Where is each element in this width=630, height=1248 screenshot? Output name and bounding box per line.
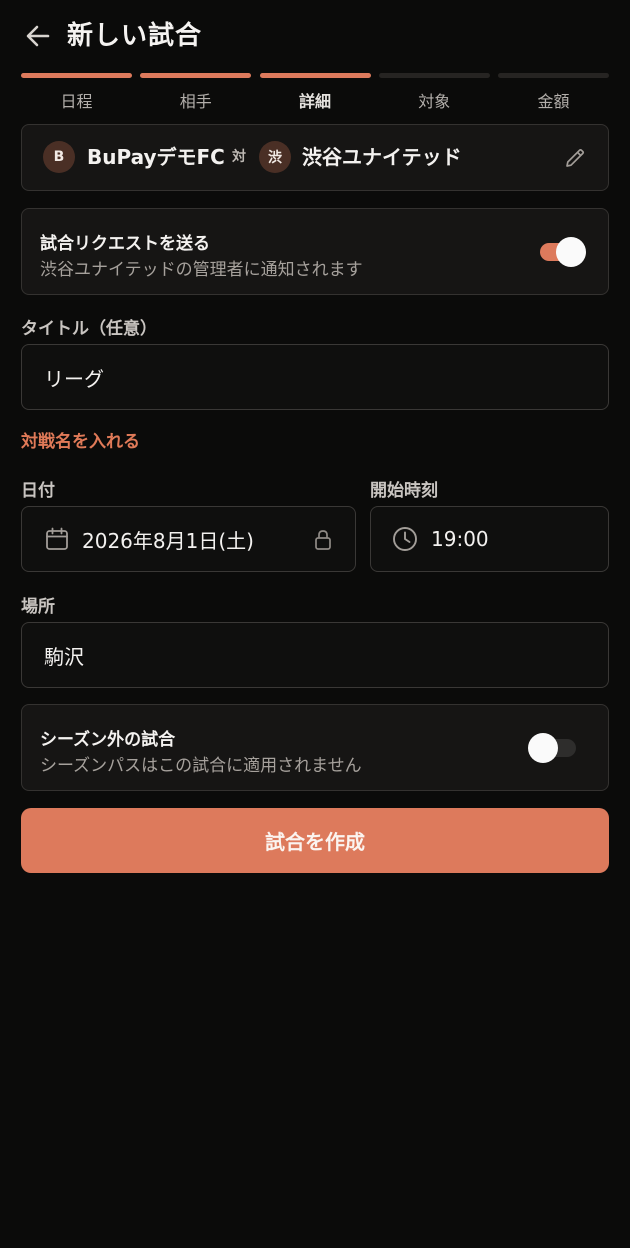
clock-icon <box>393 527 417 551</box>
step-details[interactable]: 詳細 <box>259 73 371 113</box>
create-match-button[interactable]: 試合を作成 <box>21 808 609 873</box>
step-bar <box>378 73 490 78</box>
match-request-subtitle: 渋谷ユナイテッドの管理者に通知されます <box>40 260 363 280</box>
toggle-thumb <box>528 733 558 763</box>
page-title: 新しい試合 <box>67 21 203 51</box>
step-bar <box>498 73 609 78</box>
match-request-card: 試合リクエストを送る 渋谷ユナイテッドの管理者に通知されます <box>21 208 609 295</box>
away-team-name: 渋谷ユナイテッド <box>302 145 462 169</box>
step-opponent[interactable]: 相手 <box>140 73 252 113</box>
step-label: 対象 <box>418 92 451 111</box>
time-input[interactable]: 19:00 <box>370 506 609 572</box>
offseason-title: シーズン外の試合 <box>40 730 176 750</box>
match-request-title: 試合リクエストを送る <box>40 234 210 254</box>
progress-stepper: 日程 相手 詳細 対象 金額 <box>21 73 609 113</box>
back-button[interactable] <box>18 18 58 54</box>
time-input-value: 19:00 <box>431 527 489 551</box>
toggle-thumb <box>556 237 586 267</box>
step-label: 金額 <box>537 92 570 111</box>
lock-icon <box>315 530 331 550</box>
time-field-label: 開始時刻 <box>370 481 438 501</box>
pencil-icon <box>566 148 585 167</box>
date-input-value: 2026年8月1日(土) <box>82 528 254 553</box>
offseason-card: シーズン外の試合 シーズンパスはこの試合に適用されません <box>21 704 609 791</box>
offseason-toggle[interactable] <box>528 731 578 763</box>
match-request-toggle[interactable] <box>538 235 588 267</box>
arrow-left-icon <box>26 25 50 47</box>
step-target[interactable]: 対象 <box>378 73 490 113</box>
step-bar <box>140 73 252 78</box>
step-label: 詳細 <box>298 92 331 111</box>
date-field-label: 日付 <box>21 481 55 501</box>
edit-match-button[interactable] <box>560 143 590 173</box>
away-team-avatar: 渋 <box>259 141 291 173</box>
location-field-label: 場所 <box>21 597 55 617</box>
step-bar <box>259 73 371 78</box>
location-input[interactable]: 駒沢 <box>21 622 609 688</box>
title-field-label: タイトル（任意） <box>21 319 157 339</box>
step-label: 日程 <box>60 92 93 111</box>
calendar-icon <box>46 527 68 550</box>
location-input-value: 駒沢 <box>44 644 84 669</box>
step-amount[interactable]: 金額 <box>498 73 609 113</box>
title-input[interactable]: リーグ <box>21 344 609 410</box>
title-hint-link[interactable]: 対戦名を入れる <box>21 427 140 452</box>
match-card: B BuPayデモFC 対 渋 渋谷ユナイテッド <box>21 124 609 191</box>
step-label: 相手 <box>179 92 212 111</box>
home-team-avatar: B <box>43 141 75 173</box>
title-input-value: リーグ <box>44 366 104 391</box>
home-team-name: BuPayデモFC <box>87 145 225 169</box>
date-input[interactable]: 2026年8月1日(土) <box>21 506 356 572</box>
offseason-subtitle: シーズンパスはこの試合に適用されません <box>40 756 362 776</box>
step-bar <box>21 73 132 78</box>
vs-label: 対 <box>232 149 246 165</box>
step-schedule[interactable]: 日程 <box>21 73 132 113</box>
